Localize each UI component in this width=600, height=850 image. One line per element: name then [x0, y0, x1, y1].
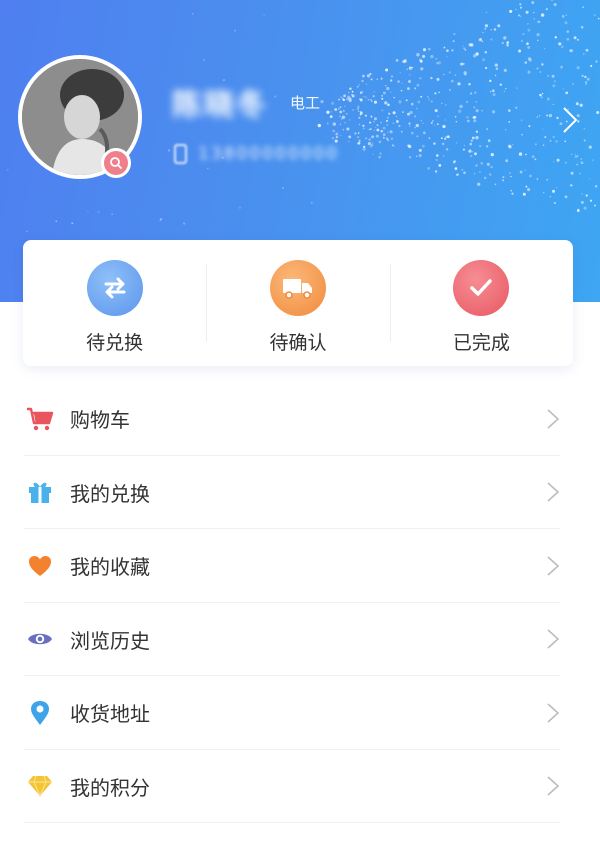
menu-label: 收货地址	[70, 702, 150, 727]
gift-icon	[26, 478, 54, 506]
user-role: 电工	[290, 94, 321, 112]
chevron-right-icon	[547, 482, 560, 502]
user-name: 陈晓冬	[172, 88, 268, 123]
location-pin-icon	[26, 699, 54, 727]
menu-label: 我的兑换	[70, 481, 150, 506]
menu-item-history[interactable]: 浏览历史	[0, 603, 600, 677]
menu-item-cart[interactable]: 购物车	[0, 382, 600, 456]
heart-icon	[26, 552, 54, 580]
menu-item-favorites[interactable]: 我的收藏	[0, 529, 600, 603]
menu-list: 购物车 我的兑换 我的收藏 浏览历史 收货地址 我的积分	[0, 382, 600, 823]
chevron-right-icon	[547, 703, 560, 723]
user-phone: 13800000000	[198, 144, 339, 164]
menu-label: 浏览历史	[70, 628, 150, 653]
order-pending-exchange[interactable]: 待兑换	[23, 240, 206, 366]
order-label: 已完成	[452, 332, 510, 354]
order-label: 待兑换	[86, 332, 144, 354]
exchange-arrows-icon	[86, 260, 143, 316]
eye-icon	[26, 625, 54, 653]
phone-icon	[174, 144, 187, 164]
checkmark-icon	[453, 260, 510, 316]
menu-item-my-exchange[interactable]: 我的兑换	[0, 456, 600, 530]
order-status-card: 待兑换 待确认 已完成	[23, 240, 573, 366]
chevron-right-icon[interactable]	[558, 104, 582, 136]
menu-item-address[interactable]: 收货地址	[0, 676, 600, 750]
menu-item-points[interactable]: 我的积分	[0, 750, 600, 824]
menu-label: 购物车	[70, 408, 130, 433]
cart-icon	[26, 405, 54, 433]
menu-label: 我的积分	[70, 775, 150, 800]
chevron-right-icon	[547, 776, 560, 796]
diamond-icon	[26, 772, 54, 800]
chevron-right-icon	[547, 629, 560, 649]
order-label: 待确认	[269, 332, 327, 354]
chevron-right-icon	[547, 409, 560, 429]
chevron-right-icon	[547, 556, 560, 576]
avatar-edit-badge[interactable]	[101, 148, 131, 178]
menu-label: 我的收藏	[70, 555, 150, 580]
search-icon	[110, 157, 123, 170]
delivery-truck-icon	[269, 260, 326, 316]
order-completed[interactable]: 已完成	[389, 240, 573, 366]
order-pending-confirm[interactable]: 待确认	[206, 240, 389, 366]
